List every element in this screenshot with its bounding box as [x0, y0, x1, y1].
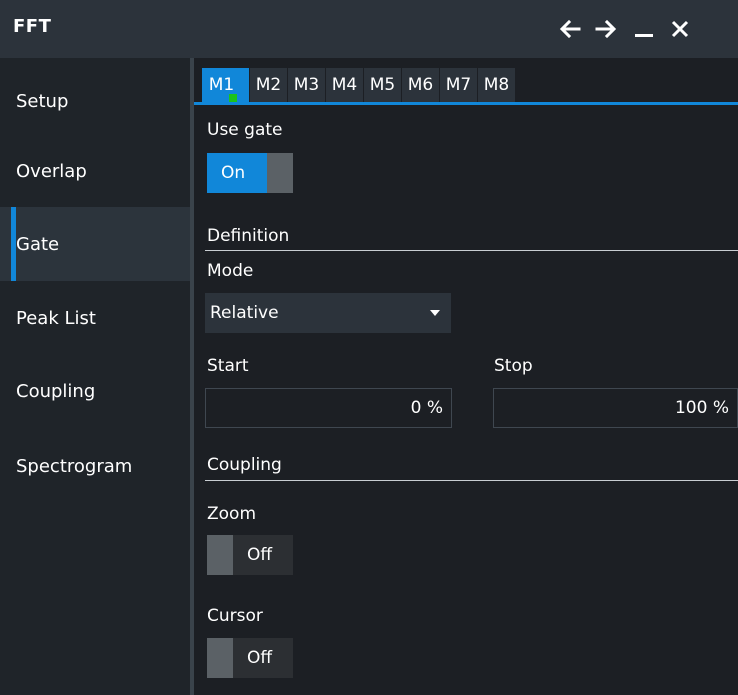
- toggle-knob: [207, 535, 233, 575]
- sidebar-item-label: Gate: [16, 233, 60, 255]
- sidebar-item-overlap[interactable]: Overlap: [0, 134, 190, 208]
- tab-m1[interactable]: M1: [202, 68, 249, 102]
- tab-m6[interactable]: M6: [402, 68, 439, 102]
- start-label: Start: [207, 356, 249, 376]
- tab-m7[interactable]: M7: [440, 68, 477, 102]
- tab-label: M3: [293, 75, 320, 95]
- sidebar-item-gate[interactable]: Gate: [0, 207, 190, 281]
- tab-label: M2: [255, 75, 282, 95]
- title-bar: FFT: [0, 0, 738, 58]
- active-indicator-icon: [229, 94, 237, 102]
- arrow-right-icon[interactable]: [589, 8, 623, 50]
- sidebar-item-spectrogram[interactable]: Spectrogram: [0, 429, 190, 503]
- toggle-knob: [267, 153, 293, 193]
- sidebar-item-label: Spectrogram: [16, 455, 133, 477]
- tab-label: M6: [407, 75, 434, 95]
- sidebar-item-label: Coupling: [16, 380, 96, 402]
- measurement-tabs: M1 M2 M3 M4 M5 M6 M7 M8: [194, 58, 738, 105]
- zoom-label: Zoom: [207, 504, 257, 524]
- tab-m8[interactable]: M8: [478, 68, 515, 102]
- chevron-down-icon: [430, 310, 440, 316]
- minimize-icon[interactable]: [627, 8, 661, 50]
- tab-m3[interactable]: M3: [288, 68, 325, 102]
- tab-label: M4: [331, 75, 358, 95]
- close-icon[interactable]: [663, 8, 697, 50]
- gate-panel: M1 M2 M3 M4 M5 M6 M7 M8 Use gate On Defi…: [194, 58, 738, 695]
- toggle-state: Off: [233, 535, 293, 575]
- toggle-state: On: [207, 153, 267, 193]
- toggle-knob: [207, 638, 233, 678]
- cursor-toggle[interactable]: Off: [207, 638, 293, 678]
- stop-value: 100 %: [674, 398, 729, 418]
- mode-select[interactable]: Relative: [205, 293, 451, 333]
- coupling-divider: [205, 480, 738, 481]
- tab-label: M8: [483, 75, 510, 95]
- start-field[interactable]: 0 %: [205, 388, 452, 428]
- tab-label: M7: [445, 75, 472, 95]
- window-title: FFT: [13, 16, 52, 37]
- stop-field[interactable]: 100 %: [493, 388, 738, 428]
- tab-m2[interactable]: M2: [250, 68, 287, 102]
- sidebar: Setup Overlap Gate Peak List Coupling Sp…: [0, 58, 190, 695]
- coupling-heading: Coupling: [207, 455, 282, 475]
- tab-underline: [194, 102, 738, 105]
- tab-m4[interactable]: M4: [326, 68, 363, 102]
- sidebar-item-label: Overlap: [16, 160, 87, 182]
- zoom-toggle[interactable]: Off: [207, 535, 293, 575]
- stop-label: Stop: [494, 356, 533, 376]
- cursor-label: Cursor: [207, 606, 263, 626]
- start-value: 0 %: [410, 398, 443, 418]
- tab-m5[interactable]: M5: [364, 68, 401, 102]
- definition-divider: [205, 250, 738, 251]
- mode-label: Mode: [207, 261, 254, 281]
- sidebar-item-label: Peak List: [16, 307, 96, 329]
- definition-heading: Definition: [207, 226, 290, 246]
- use-gate-label: Use gate: [207, 120, 283, 140]
- mode-value: Relative: [210, 303, 279, 323]
- use-gate-toggle[interactable]: On: [207, 153, 293, 193]
- tab-label: M5: [369, 75, 396, 95]
- sidebar-item-setup[interactable]: Setup: [0, 64, 190, 138]
- sidebar-item-coupling[interactable]: Coupling: [0, 354, 190, 428]
- sidebar-item-peak-list[interactable]: Peak List: [0, 281, 190, 355]
- tab-label: M1: [208, 75, 235, 95]
- sidebar-item-label: Setup: [16, 90, 69, 112]
- arrow-left-icon[interactable]: [553, 8, 587, 50]
- toggle-state: Off: [233, 638, 293, 678]
